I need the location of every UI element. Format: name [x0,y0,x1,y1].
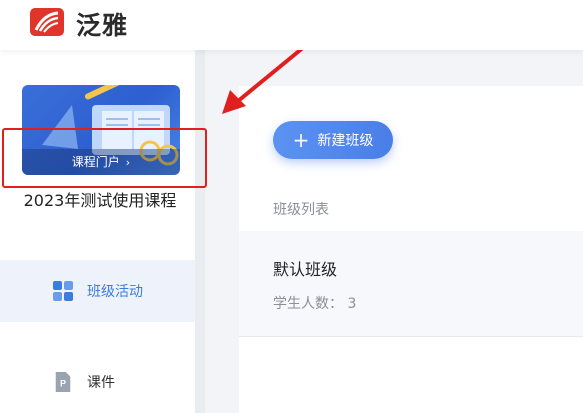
annotation-highlight-box [2,128,207,188]
sidebar-item-label: 课件 [87,375,115,391]
new-class-label: 新建班级 [317,133,374,149]
sidebar-item-label: 班级活动 [87,284,143,300]
chaoxing-logo-icon[interactable] [30,8,64,36]
new-class-button[interactable]: + 新建班级 [273,121,393,159]
svg-text:P: P [60,379,66,389]
student-count: 学生人数： 3 [273,296,357,312]
sidebar-item-courseware[interactable]: P 课件 [53,372,115,392]
class-list-item[interactable] [239,231,583,337]
sidebar-divider [195,50,205,413]
grid-icon [53,281,73,301]
course-title: 2023年测试使用课程 [23,191,177,210]
sidebar-item-class-activity[interactable]: 班级活动 [53,281,143,301]
plus-icon: + [292,128,310,152]
ppt-file-icon: P [55,372,71,392]
class-name[interactable]: 默认班级 [273,256,337,280]
class-list-heading: 班级列表 [273,202,329,218]
top-header: 泛雅 [0,0,583,50]
brand-name: 泛雅 [76,11,129,40]
